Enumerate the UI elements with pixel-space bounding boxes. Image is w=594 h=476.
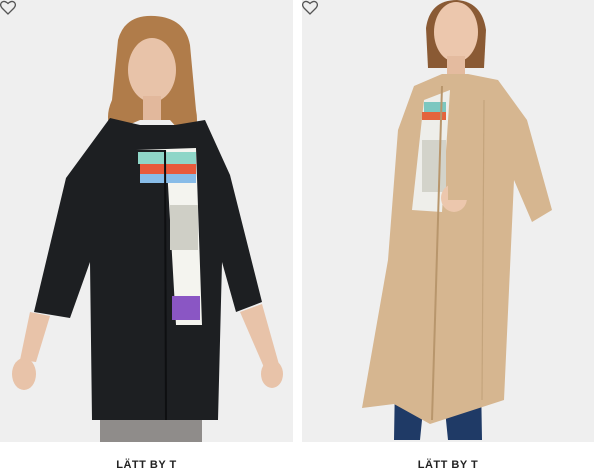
product-image[interactable] [0,0,293,442]
model-black-coat-illustration [12,15,283,442]
product-brand[interactable]: LÄTT BY T [0,459,293,471]
product-image[interactable] [302,0,594,442]
product-brand[interactable]: LÄTT BY T [302,459,594,471]
heart-outline-icon[interactable] [0,0,16,15]
product-card[interactable]: LÄTT BY T [0,0,293,471]
product-card[interactable]: LÄTT BY T [302,0,594,471]
heart-outline-icon[interactable] [302,0,318,15]
model-beige-trench-illustration [362,0,552,440]
